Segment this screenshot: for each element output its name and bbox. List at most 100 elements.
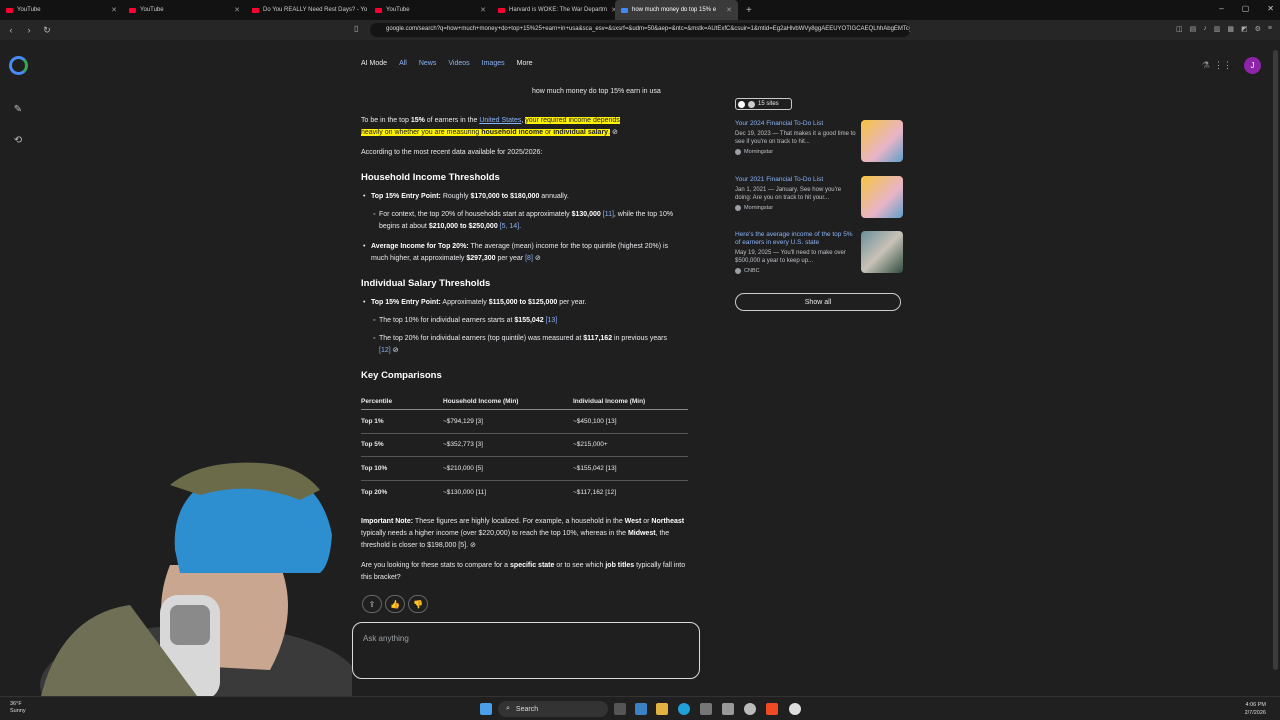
heading-household: Household Income Thresholds xyxy=(361,172,500,183)
reload-icon[interactable]: ↻ xyxy=(40,25,54,36)
thumbnail-image xyxy=(861,231,903,273)
extension-icons: ◫ ▤ ♪ ▥ ▦ ◩ ⚙ ≡ xyxy=(1176,25,1272,33)
list-item: Average Income for Top 20%: The average … xyxy=(363,241,671,265)
close-tab-icon[interactable]: ✕ xyxy=(234,6,240,14)
followup-question: Are you looking for these stats to compa… xyxy=(361,562,686,581)
system-clock[interactable]: 4:06 PM 2/7/2026 xyxy=(1245,701,1266,717)
important-note: Important Note: These figures are highly… xyxy=(361,518,685,549)
share-icon[interactable]: ⇪ xyxy=(362,595,382,613)
bookmark-icon[interactable]: ▯ xyxy=(354,24,358,33)
youtube-icon xyxy=(6,7,13,13)
webcam-person-image xyxy=(0,455,352,700)
windows-start-icon[interactable] xyxy=(480,703,492,715)
brave-icon[interactable] xyxy=(766,703,778,715)
source-icon xyxy=(748,100,755,108)
minimize-button[interactable]: – xyxy=(1219,4,1223,13)
feedback-buttons: ⇪ 👍 👎 xyxy=(362,595,428,613)
extension-icon[interactable]: ▦ xyxy=(1227,25,1234,33)
thumbnail-image xyxy=(861,176,903,218)
google-logo-icon[interactable] xyxy=(9,56,28,75)
settings-icon[interactable]: ⚙ xyxy=(1255,25,1261,33)
tab-more[interactable]: More xyxy=(517,60,533,67)
browser-tab[interactable]: YouTube ✕ xyxy=(123,0,246,20)
youtube-icon xyxy=(375,7,382,13)
extension-icon[interactable]: ▤ xyxy=(1190,25,1197,33)
webcam-overlay xyxy=(0,455,352,700)
url-field[interactable]: google.com/search?q=how+much+money+do+to… xyxy=(370,23,910,37)
youtube-icon xyxy=(252,7,259,13)
weather-widget[interactable]: 36°F Sunny xyxy=(10,701,26,715)
search-mode-tabs: AI Mode All News Videos Images More xyxy=(361,60,533,67)
sources-badge[interactable]: 15 sites xyxy=(735,98,792,110)
window-controls: – ▢ ✕ xyxy=(1219,4,1274,13)
close-window-button[interactable]: ✕ xyxy=(1267,4,1274,13)
link-icon[interactable]: ⊘ xyxy=(612,129,618,136)
page-scrollbar[interactable] xyxy=(1273,44,1278,694)
app-icon[interactable] xyxy=(744,703,756,715)
source-card[interactable]: Your 2024 Financial To-Do List Dec 19, 2… xyxy=(735,120,903,168)
united-states-link[interactable]: United States xyxy=(479,117,521,124)
link-icon[interactable]: ⊘ xyxy=(470,542,476,549)
maximize-button[interactable]: ▢ xyxy=(1242,4,1250,13)
edge-icon[interactable] xyxy=(678,703,690,715)
tab-ai-mode[interactable]: AI Mode xyxy=(361,60,387,67)
history-icon[interactable]: ⟲ xyxy=(12,135,24,147)
link-icon[interactable]: ⊘ xyxy=(393,347,399,354)
app-icon[interactable] xyxy=(789,703,801,715)
extension-icon[interactable]: ♪ xyxy=(1203,25,1207,33)
taskbar-search[interactable]: ⌕ Search xyxy=(498,701,608,717)
show-all-button[interactable]: Show all xyxy=(735,293,901,311)
table-header: Percentile Household Income (Min) Indivi… xyxy=(361,393,688,410)
link-icon[interactable]: ⊘ xyxy=(535,255,541,262)
windows-taskbar: 36°F Sunny ⌕ Search 4:06 PM 2/7/2026 xyxy=(0,696,1280,720)
browser-tab[interactable]: Harvard is WOKE: The War Departm ✕ xyxy=(492,0,615,20)
table-row: Top 10% ~$210,000 [5] ~$155,042 [13] xyxy=(361,457,688,481)
apps-grid-icon[interactable]: ⋮⋮ xyxy=(1214,60,1232,71)
tab-all[interactable]: All xyxy=(399,60,407,67)
avatar[interactable]: J xyxy=(1244,57,1261,74)
thumbs-up-icon[interactable]: 👍 xyxy=(385,595,405,613)
google-icon xyxy=(621,7,628,13)
ask-input[interactable]: Ask anything xyxy=(352,622,700,679)
answer-intro: To be in the top 15% of earners in the U… xyxy=(361,117,620,136)
comparison-table: Percentile Household Income (Min) Indivi… xyxy=(361,393,688,504)
extension-icon[interactable]: ▥ xyxy=(1214,25,1221,33)
menu-icon[interactable]: ≡ xyxy=(1268,25,1272,33)
close-tab-icon[interactable]: ✕ xyxy=(480,6,486,14)
back-icon[interactable]: ‹ xyxy=(4,25,18,35)
scrollbar-thumb[interactable] xyxy=(1273,50,1278,670)
app-icon[interactable] xyxy=(700,703,712,715)
search-icon: ⌕ xyxy=(506,705,510,712)
youtube-icon xyxy=(129,7,136,13)
close-tab-icon[interactable]: ✕ xyxy=(726,6,732,14)
file-explorer-icon[interactable] xyxy=(656,703,668,715)
list-item: Top 15% Entry Point: Roughly $170,000 to… xyxy=(363,191,681,203)
table-row: Top 20% ~$130,000 [11] ~$117,162 [12] xyxy=(361,488,617,496)
tab-strip: YouTube ✕ YouTube ✕ Do You REALLY Need Res… xyxy=(0,0,1280,20)
task-view-icon[interactable] xyxy=(614,703,626,715)
tab-images[interactable]: Images xyxy=(482,60,505,67)
thumbnail-image xyxy=(861,120,903,162)
extension-icon[interactable]: ◩ xyxy=(1241,25,1248,33)
table-row: Top 1% ~$794,129 [3] ~$450,100 [13] xyxy=(361,410,688,434)
source-card[interactable]: Your 2021 Financial To-Do List Jan 1, 20… xyxy=(735,176,903,224)
address-bar-row: ‹ › ↻ ▯ google.com/search?q=how+much+mon… xyxy=(0,20,1280,40)
tab-news[interactable]: News xyxy=(419,60,437,67)
forward-icon[interactable]: › xyxy=(22,25,36,35)
browser-tab[interactable]: YouTube ✕ xyxy=(369,0,492,20)
labs-icon[interactable]: ⚗ xyxy=(1202,60,1210,71)
thumbs-down-icon[interactable]: 👎 xyxy=(408,595,428,613)
source-icon xyxy=(738,100,745,108)
browser-tab[interactable]: YouTube ✕ xyxy=(0,0,123,20)
source-card[interactable]: Here's the average income of the top 5% … xyxy=(735,231,903,287)
new-chat-icon[interactable]: ✎ xyxy=(12,104,24,116)
new-tab-button[interactable]: + xyxy=(746,5,752,16)
close-tab-icon[interactable]: ✕ xyxy=(111,6,117,14)
browser-tab-active[interactable]: how much money do top 15% e ✕ xyxy=(615,0,738,20)
extension-icon[interactable]: ◫ xyxy=(1176,25,1183,33)
list-item: ◦ For context, the top 20% of households … xyxy=(373,211,674,230)
tab-videos[interactable]: Videos xyxy=(448,60,469,67)
copilot-icon[interactable] xyxy=(635,703,647,715)
browser-tab[interactable]: Do You REALLY Need Rest Days? - Yo✕ xyxy=(246,0,369,20)
settings-icon[interactable] xyxy=(722,703,734,715)
